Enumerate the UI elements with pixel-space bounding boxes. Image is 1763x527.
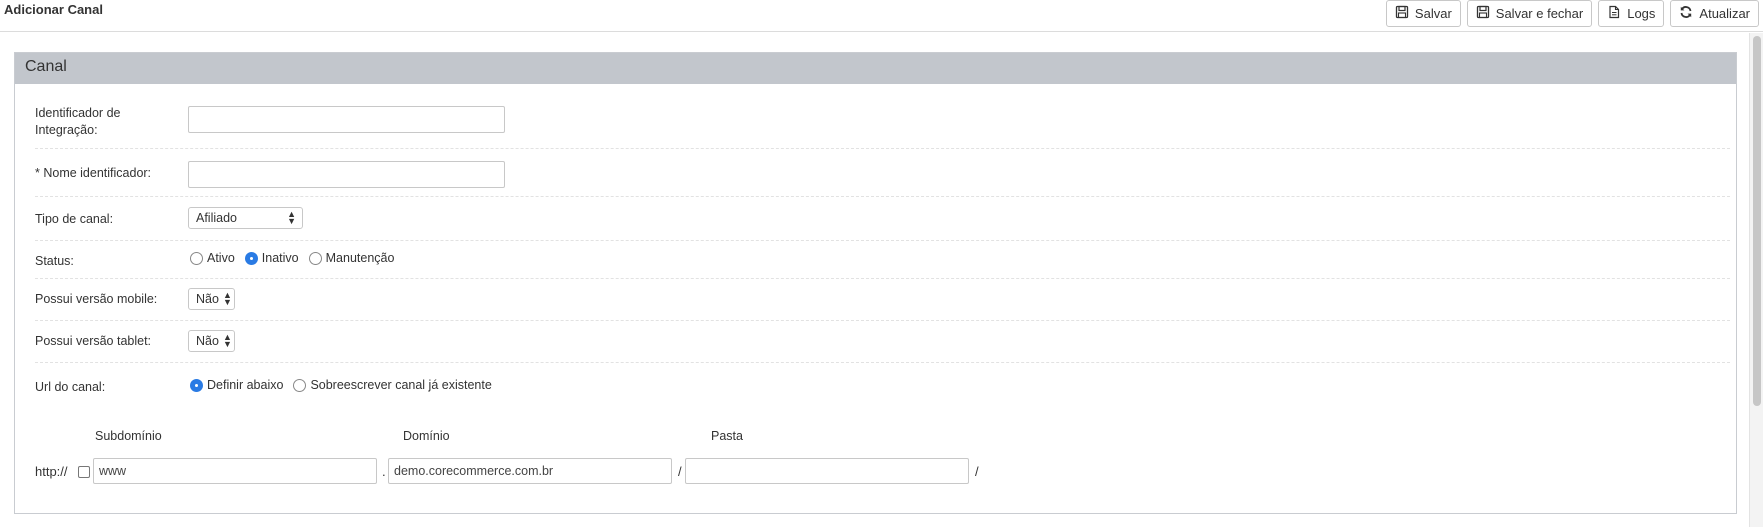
status-label: Status:: [35, 254, 74, 268]
integration-id-label-line2: Integração:: [35, 123, 98, 137]
toolbar: Salvar Salvar e fechar Logs Atualizar: [1385, 0, 1759, 27]
form-row-channel-type: Tipo de canal: Afiliado ▲ ▼: [35, 197, 1730, 241]
form-row-url-mode: Url do canal: Definir abaixo Sobreescrev…: [35, 363, 1730, 407]
refresh-button[interactable]: Atualizar: [1670, 0, 1759, 27]
channel-type-label: Tipo de canal:: [35, 212, 114, 226]
floppy-disk-icon: [1395, 5, 1409, 22]
form-row-integration-id: Identificador de Integração:: [35, 95, 1730, 149]
integration-id-label-line1: Identificador de: [35, 106, 121, 120]
tablet-select[interactable]: Não ▲ ▼: [188, 330, 235, 352]
dot-separator: .: [382, 464, 386, 479]
domain-input[interactable]: [388, 458, 672, 484]
folder-header: Pasta: [711, 429, 743, 443]
integration-id-label: Identificador de Integração:: [35, 105, 120, 139]
https-checkbox[interactable]: [78, 466, 90, 478]
refresh-icon: [1679, 5, 1693, 22]
logs-button[interactable]: Logs: [1598, 0, 1665, 27]
vertical-scrollbar[interactable]: [1749, 33, 1763, 527]
page-title: Adicionar Canal: [4, 2, 103, 17]
url-mode-label: Url do canal:: [35, 380, 106, 394]
form-row-mobile: Possui versão mobile: Não ▲ ▼: [35, 279, 1730, 321]
tablet-label: Possui versão tablet:: [35, 334, 152, 348]
status-radio-ativo[interactable]: [190, 251, 203, 265]
save-button[interactable]: Salvar: [1385, 0, 1461, 27]
domain-header: Domínio: [403, 429, 450, 443]
integration-id-input[interactable]: [188, 106, 505, 133]
save-and-close-button[interactable]: Salvar e fechar: [1466, 0, 1593, 27]
status-radio-manutencao[interactable]: [308, 251, 322, 265]
status-option-ativo: Ativo: [207, 251, 235, 265]
url-mode-radio-group: Definir abaixo Sobreescrever canal já ex…: [188, 378, 496, 392]
channel-type-value: Afiliado: [196, 211, 237, 225]
subdomain-header: Subdomínio: [95, 429, 162, 443]
status-radio-inativo[interactable]: [244, 251, 258, 265]
logs-button-label: Logs: [1627, 6, 1656, 21]
panel-title: Canal: [15, 53, 1736, 84]
document-icon: [1607, 5, 1621, 22]
mobile-select[interactable]: Não ▲ ▼: [188, 288, 235, 310]
floppy-disk-icon: [1476, 5, 1490, 22]
trailing-slash: /: [975, 464, 979, 479]
select-arrows-icon: ▲ ▼: [222, 290, 232, 307]
name-input[interactable]: [188, 161, 505, 188]
subdomain-input[interactable]: [93, 458, 377, 484]
status-option-inativo: Inativo: [261, 251, 299, 265]
status-radio-group: Ativo Inativo Manutenção: [188, 251, 398, 265]
url-mode-option-overwrite: Sobreescrever canal já existente: [310, 378, 492, 392]
channel-panel: Canal Identificador de Integração: * Nom…: [14, 52, 1737, 514]
form-row-name: * Nome identificador:: [35, 149, 1730, 197]
form-row-status: Status: Ativo Inativo Manutenção: [35, 241, 1730, 279]
form-row-tablet: Possui versão tablet: Não ▲ ▼: [35, 321, 1730, 363]
channel-type-select[interactable]: Afiliado ▲ ▼: [188, 207, 303, 229]
protocol-label: http://: [35, 464, 68, 479]
select-arrows-icon: ▲ ▼: [222, 332, 232, 349]
url-mode-option-define: Definir abaixo: [207, 378, 284, 392]
tablet-value: Não: [196, 334, 219, 348]
url-mode-radio-define[interactable]: [190, 378, 203, 392]
save-button-label: Salvar: [1414, 6, 1452, 21]
top-bar: Adicionar Canal Salvar Salvar e fechar L…: [0, 0, 1763, 32]
name-label: * Nome identificador:: [35, 166, 152, 180]
select-arrows-icon: ▲ ▼: [287, 209, 296, 226]
folder-input[interactable]: [685, 458, 969, 484]
url-mode-radio-overwrite[interactable]: [293, 378, 307, 392]
status-option-manutencao: Manutenção: [325, 251, 395, 265]
mobile-value: Não: [196, 292, 219, 306]
scrollbar-thumb[interactable]: [1753, 36, 1761, 406]
mobile-label: Possui versão mobile:: [35, 292, 158, 306]
slash-separator: /: [678, 464, 682, 479]
url-input-row: http:// . / /: [35, 458, 1135, 486]
refresh-button-label: Atualizar: [1699, 6, 1750, 21]
save-and-close-button-label: Salvar e fechar: [1495, 6, 1584, 21]
